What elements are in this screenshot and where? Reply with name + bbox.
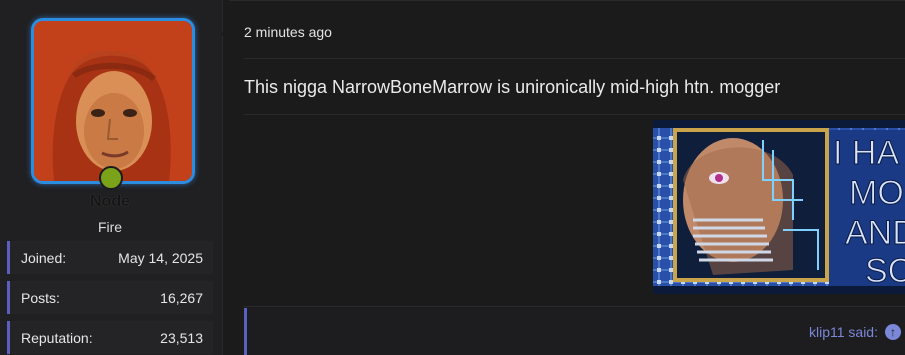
- stat-value: May 14, 2025: [118, 250, 203, 266]
- meme-text-line: I HA: [833, 134, 899, 172]
- user-sidebar: Node Fire Joined: May 14, 2025 Posts: 16…: [0, 0, 223, 355]
- stat-value: 16,267: [160, 290, 203, 306]
- stat-label: Joined:: [21, 250, 67, 266]
- post-timestamp[interactable]: 2 minutes ago: [244, 24, 332, 40]
- avatar-portrait-icon: [34, 21, 192, 181]
- meme-circuit-face-icon: I HA MO AND SC: [653, 120, 905, 294]
- post-body-text: This nigga NarrowBoneMarrow is unironica…: [244, 77, 781, 97]
- quote-author-link[interactable]: klip11 said:: [809, 324, 878, 340]
- stat-value: 23,513: [160, 330, 203, 346]
- divider: [244, 58, 905, 59]
- meme-text-line: SC: [865, 252, 905, 290]
- stat-label: Reputation:: [21, 330, 93, 346]
- divider: [244, 114, 905, 115]
- stat-label: Posts:: [21, 290, 60, 306]
- user-title: Fire: [97, 219, 123, 235]
- post-arrow: [221, 20, 235, 48]
- online-status-indicator: [99, 166, 123, 190]
- meme-text-line: AND: [845, 214, 905, 252]
- stat-posts: Posts: 16,267: [7, 281, 213, 314]
- stat-reputation: Reputation: 23,513: [7, 321, 213, 354]
- username[interactable]: Node: [0, 193, 220, 211]
- post-image[interactable]: I HA MO AND SC: [653, 120, 905, 294]
- stat-joined: Joined: May 14, 2025: [7, 241, 213, 274]
- meme-text-line: MO: [849, 174, 904, 212]
- user-avatar[interactable]: [31, 18, 195, 184]
- divider: [244, 306, 905, 307]
- quote-block: klip11 said: ↑: [244, 308, 905, 355]
- post-container: 2 minutes ago This nigga NarrowBoneMarro…: [221, 0, 905, 355]
- arrow-up-circle-icon[interactable]: ↑: [885, 324, 901, 340]
